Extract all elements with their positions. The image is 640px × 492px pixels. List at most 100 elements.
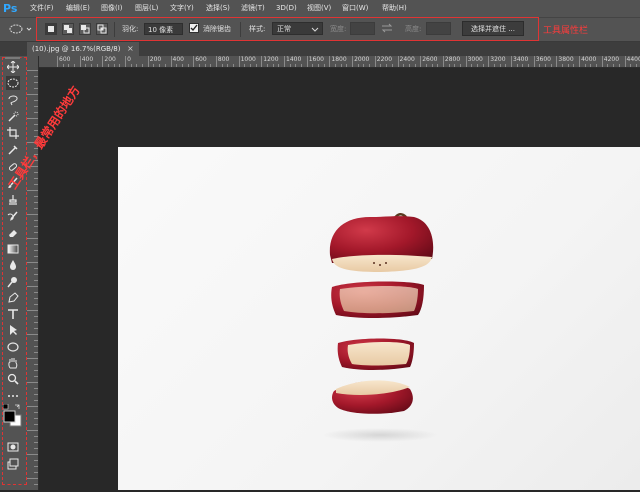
ruler-tick [579, 56, 580, 68]
move-tool[interactable] [6, 60, 20, 74]
quick-select-tool[interactable] [6, 110, 20, 124]
menu-filter[interactable]: 滤镜(T) [241, 0, 265, 17]
ruler-minor-tick [278, 64, 279, 67]
gradient-tool[interactable] [6, 242, 20, 256]
dodge-tool[interactable] [6, 275, 20, 289]
menu-window[interactable]: 窗口(W) [342, 0, 368, 17]
lasso-tool[interactable] [6, 93, 20, 107]
ruler-tick [125, 56, 126, 68]
ruler-label: 1000 [241, 56, 256, 63]
ruler-tick [34, 472, 38, 473]
ruler-tick [34, 178, 38, 179]
ruler-minor-tick [358, 64, 359, 67]
ruler-label: 4000 [581, 56, 596, 63]
ruler-tick [34, 220, 38, 221]
document-tab[interactable]: (10).jpg @ 16.7%(RGB/8) [27, 42, 139, 56]
ruler-minor-tick [505, 64, 506, 67]
marquee-icon [7, 77, 19, 89]
divider [240, 22, 241, 37]
ruler-tick [34, 112, 38, 113]
antialias-label: 消除锯齿 [203, 24, 231, 34]
ruler-tick [556, 56, 557, 68]
ruler-minor-tick [290, 64, 291, 67]
ruler-tick [34, 208, 38, 209]
add-selection-button[interactable] [62, 23, 74, 35]
zoom-tool[interactable] [6, 372, 20, 386]
height-input[interactable] [426, 22, 451, 35]
swap-arrows-icon [381, 23, 393, 33]
more-tools-button[interactable] [6, 389, 20, 403]
width-input[interactable] [350, 22, 375, 35]
type-tool[interactable] [6, 307, 20, 321]
ruler-tick [27, 94, 38, 95]
ruler-tick [34, 466, 38, 467]
clone-stamp-icon [7, 194, 19, 206]
tool-preset-picker[interactable] [7, 21, 33, 37]
ruler-minor-tick [227, 64, 228, 67]
menu-file[interactable]: 文件(F) [30, 0, 54, 17]
eyedropper-tool[interactable] [6, 143, 20, 157]
ruler-minor-tick [267, 64, 268, 67]
quick-mask-icon [7, 441, 19, 453]
crop-tool[interactable] [6, 126, 20, 140]
menu-image[interactable]: 图像(I) [101, 0, 123, 17]
path-select-tool[interactable] [6, 323, 20, 337]
feather-input[interactable]: 10 像素 [144, 23, 183, 35]
document-canvas[interactable] [118, 147, 640, 490]
toolbar-grip[interactable] [5, 57, 20, 59]
menu-edit[interactable]: 编辑(E) [66, 0, 90, 17]
ruler-tick [148, 56, 149, 68]
clone-stamp-tool[interactable] [6, 193, 20, 207]
ellipse-shape-tool[interactable] [6, 340, 20, 354]
antialias-checkbox[interactable] [189, 23, 199, 33]
color-swatches[interactable] [3, 404, 23, 434]
swap-dimensions-button[interactable] [381, 23, 393, 33]
path-select-icon [7, 324, 19, 336]
history-brush-tool[interactable] [6, 210, 20, 224]
quick-mask-button[interactable] [6, 440, 20, 454]
horizontal-ruler[interactable]: 6004002000200400600800100012001400160018… [39, 56, 640, 68]
select-and-mask-button[interactable]: 选择并遮住 ... [462, 21, 524, 36]
ruler-minor-tick [409, 64, 410, 67]
new-selection-button[interactable] [45, 23, 57, 35]
menu-select[interactable]: 选择(S) [206, 0, 230, 17]
vertical-ruler[interactable] [27, 56, 39, 490]
ruler-label: 3200 [490, 56, 505, 63]
ruler-tick [34, 124, 38, 125]
blur-tool[interactable] [6, 258, 20, 272]
ruler-minor-tick [136, 64, 137, 67]
menu-help[interactable]: 帮助(H) [382, 0, 407, 17]
options-bar-annotation: 工具属性栏 [543, 23, 588, 36]
menu-type[interactable]: 文字(Y) [170, 0, 194, 17]
select-and-mask-label: 选择并遮住 ... [471, 24, 515, 34]
marquee-tool[interactable] [6, 76, 20, 90]
pen-tool[interactable] [6, 291, 20, 305]
ruler-label: 600 [59, 56, 70, 63]
ruler-minor-tick [318, 64, 319, 67]
photoshop-logo[interactable]: Ps [3, 1, 20, 16]
style-select[interactable]: 正常 [272, 22, 323, 35]
intersect-selection-button[interactable] [96, 23, 108, 35]
ruler-minor-tick [432, 64, 433, 67]
ruler-tick [34, 376, 38, 377]
ruler-label: 0 [127, 56, 131, 63]
ruler-minor-tick [500, 64, 501, 67]
ruler-minor-tick [312, 64, 313, 67]
menu-layer[interactable]: 图层(L) [135, 0, 158, 17]
hand-tool[interactable] [6, 356, 20, 370]
eraser-tool[interactable] [6, 226, 20, 240]
close-tab-icon[interactable]: × [127, 42, 137, 56]
subtract-selection-button[interactable] [79, 23, 91, 35]
ruler-minor-tick [494, 64, 495, 67]
screen-mode-button[interactable] [6, 457, 20, 471]
add-selection-icon [63, 24, 73, 34]
height-label: 高度: [405, 24, 421, 34]
ruler-minor-tick [568, 64, 569, 67]
ruler-tick [602, 56, 603, 68]
menu-view[interactable]: 视图(V) [307, 0, 331, 17]
dodge-icon [7, 276, 19, 288]
ruler-label: 400 [173, 56, 184, 63]
menu-3d[interactable]: 3D(D) [276, 0, 297, 17]
ruler-minor-tick [159, 64, 160, 67]
intersect-selection-icon [97, 24, 107, 34]
